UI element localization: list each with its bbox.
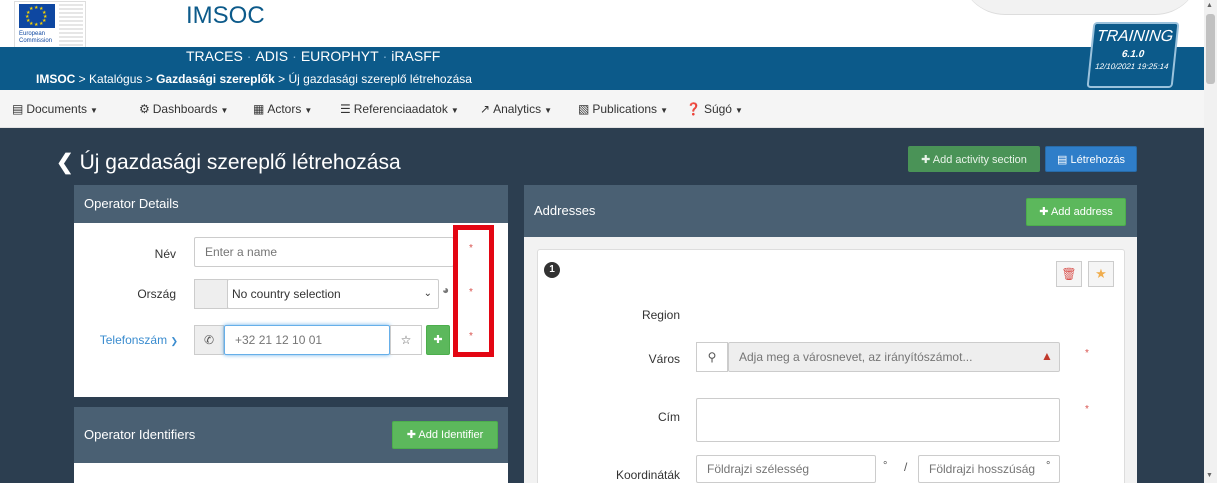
dashboard-icon: ⚙ (139, 102, 150, 116)
id-card-icon: ▦ (253, 102, 265, 116)
header-decoration (960, 0, 1200, 15)
app-title[interactable]: IMSOC (186, 2, 265, 30)
scroll-down-icon[interactable]: ▼ (1206, 472, 1213, 479)
caret-down-icon: ▼ (734, 106, 743, 115)
system-traces[interactable]: TRACES (186, 48, 243, 64)
page-scrollbar[interactable]: ▲ ▼ (1204, 0, 1217, 483)
country-flag-addon (194, 279, 228, 309)
caret-down-icon: ▼ (660, 106, 668, 115)
country-select[interactable]: No country selection ⌄ (227, 279, 439, 309)
warning-icon: ▲ (1041, 349, 1053, 363)
delete-address-trash-icon[interactable]: 🗑 (1056, 261, 1082, 287)
select-chevron-icon: ⌄ (423, 288, 432, 299)
nav-sugo[interactable]: ❓ Súgó ▼ (686, 102, 743, 116)
favorite-star-icon[interactable]: ☆ (390, 325, 422, 355)
plus-icon: ✚ (921, 154, 931, 166)
city-search-input[interactable] (728, 342, 1060, 372)
globe-icon[interactable]: ◕ (442, 283, 449, 297)
system-adis[interactable]: ADIS (255, 48, 288, 64)
phone-icon: ✆ (194, 325, 224, 355)
document-icon: ▤ (12, 102, 24, 116)
question-circle-icon: ❓ (686, 102, 701, 116)
chart-line-icon: ↗ (480, 102, 491, 116)
nav-dashboards[interactable]: ⚙ Dashboards ▼ (139, 102, 228, 116)
caret-down-icon: ▼ (304, 106, 313, 115)
environment-name: TRAINING (1095, 28, 1175, 45)
nav-publications[interactable]: ▧ Publications ▼ (578, 102, 668, 116)
required-marker: * (1085, 348, 1089, 359)
plus-icon: ✚ (406, 429, 416, 441)
app-version: 6.1.0 (1121, 49, 1145, 60)
ec-label: European Commission (19, 31, 53, 44)
book-icon: ▧ (578, 102, 590, 116)
main-content: ❮ Új gazdasági szereplő létrehozása ✚ Add… (0, 128, 1204, 483)
longitude-input[interactable] (918, 455, 1060, 483)
coordinates-label: Koordináták (615, 468, 680, 482)
phone-type-dropdown[interactable]: Telefonszám ❯ (74, 333, 178, 347)
add-identifier-button[interactable]: ✚ Add Identifier (392, 421, 498, 449)
scroll-up-icon[interactable]: ▲ (1206, 2, 1213, 9)
systems-list: TRACES · ADIS · EUROPHYT · iRASFF (186, 48, 441, 64)
primary-address-star-icon[interactable]: ★ (1088, 261, 1114, 287)
add-activity-section-button[interactable]: ✚ Add activity section (908, 146, 1040, 172)
plus-icon: ✚ (1039, 206, 1049, 218)
degree-symbol: ° (883, 460, 888, 472)
search-icon: ⚲ (696, 342, 728, 372)
degree-symbol: ° (1046, 460, 1051, 472)
add-phone-button[interactable]: ✚ (426, 325, 450, 355)
plus-icon: ✚ (433, 334, 443, 346)
nav-referenciaadatok[interactable]: ☰ Referenciaadatok ▼ (340, 102, 459, 116)
european-commission-logo[interactable]: ★ ★ ★ ★ ★ ★ ★ ★ ★ ★ ★ ★ European Commission (14, 1, 86, 49)
app-header: ★ ★ ★ ★ ★ ★ ★ ★ ★ ★ ★ ★ European Commission IM… (0, 0, 1217, 90)
region-label: Region (641, 308, 680, 322)
create-button[interactable]: ▤ Létrehozás (1045, 146, 1137, 172)
address-number-badge: 1 (544, 262, 560, 278)
back-chevron-icon[interactable]: ❮ (56, 151, 74, 174)
address-card: 1 🗑 ★ Region Város ⚲ ▲ * Cím * Koordinát… (537, 249, 1125, 483)
required-marker: * (1085, 404, 1089, 415)
country-label: Ország (137, 287, 176, 301)
breadcrumb: IMSOC > Katalógus > Gazdasági szereplők … (36, 72, 472, 86)
eu-flag-icon: ★ ★ ★ ★ ★ ★ ★ ★ ★ ★ ★ ★ (19, 4, 55, 28)
name-input[interactable] (194, 237, 454, 267)
name-label: Név (154, 247, 176, 261)
add-address-button[interactable]: ✚ Add address (1026, 198, 1126, 226)
address-textarea[interactable] (696, 398, 1060, 442)
caret-down-icon: ▼ (90, 106, 98, 115)
operator-details-heading: Operator Details (74, 185, 508, 223)
nav-actors[interactable]: ▦ Actors ▼ (253, 102, 312, 116)
latitude-input[interactable] (696, 455, 876, 483)
breadcrumb-current: Új gazdasági szereplő létrehozása (288, 72, 472, 86)
breadcrumb-catalog[interactable]: Katalógus (89, 72, 142, 86)
chevron-down-icon: ❯ (170, 336, 178, 346)
nav-documents[interactable]: ▤ Documents ▼ (12, 102, 98, 116)
logo-stripes (59, 4, 83, 48)
coordinates-separator: / (904, 460, 908, 474)
caret-down-icon: ▼ (544, 106, 553, 115)
nav-analytics[interactable]: ↗ Analytics ▼ (480, 102, 552, 116)
breadcrumb-imsoc[interactable]: IMSOC (36, 72, 75, 86)
phone-input[interactable] (224, 325, 390, 355)
build-datetime: 12/10/2021 19:25:14 (1094, 62, 1169, 71)
operator-details-panel: Operator Details Név Ország No country s… (74, 185, 508, 397)
address-label: Cím (658, 410, 680, 424)
page-title: ❮ Új gazdasági szereplő létrehozása (56, 151, 401, 174)
scroll-thumb[interactable] (1206, 14, 1215, 84)
main-navbar: ▤ Documents ▼ ⚙ Dashboards ▼ ▦ Actors ▼ ☰ Refer… (0, 90, 1204, 128)
environment-badge: TRAINING 6.1.0 12/10/2021 19:25:14 (1086, 22, 1180, 88)
database-icon: ☰ (340, 102, 351, 116)
breadcrumb-operators[interactable]: Gazdasági szereplők (156, 72, 275, 86)
city-label: Város (648, 352, 680, 366)
operator-identifiers-panel: Operator Identifiers ✚ Add Identifier (74, 407, 508, 483)
caret-down-icon: ▼ (220, 106, 229, 115)
caret-down-icon: ▼ (450, 106, 459, 115)
addresses-panel: Addresses ✚ Add address 1 🗑 ★ Region Vár… (524, 185, 1137, 483)
system-irasff[interactable]: iRASFF (391, 48, 440, 64)
save-icon: ▤ (1057, 154, 1068, 166)
system-europhyt[interactable]: EUROPHYT (301, 48, 379, 64)
required-fields-highlight (453, 225, 494, 357)
